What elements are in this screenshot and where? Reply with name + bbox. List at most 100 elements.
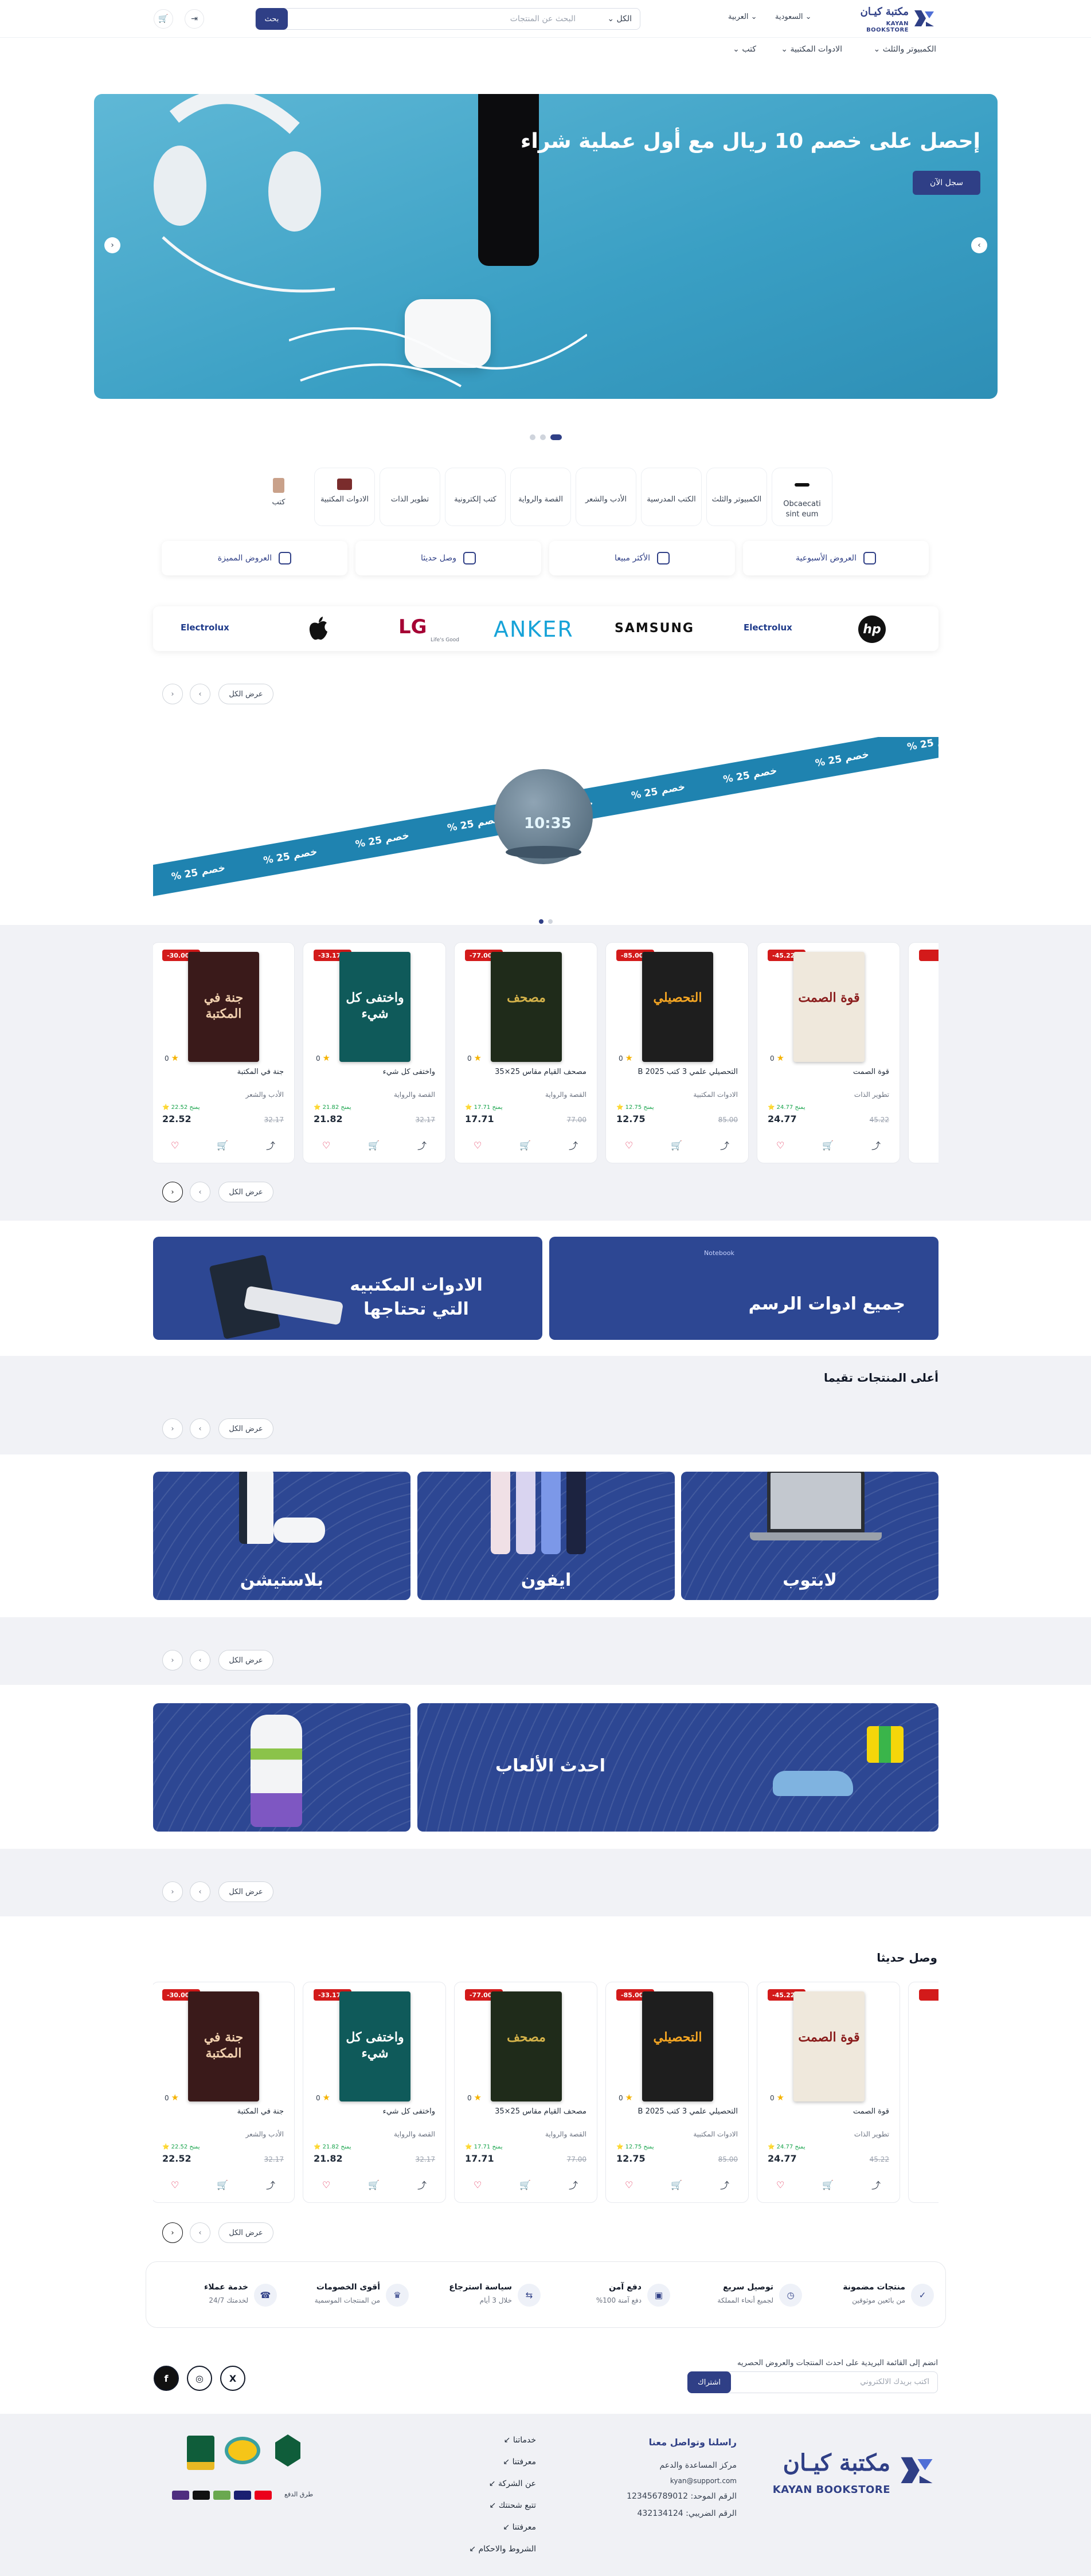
apple-logo-icon[interactable] xyxy=(308,617,329,641)
chevron-right-icon[interactable]: › xyxy=(971,237,987,253)
toys-banner[interactable] xyxy=(153,1703,410,1832)
subscribe-button[interactable]: اشتراك xyxy=(687,2371,731,2393)
product-category[interactable]: القصة والرواية xyxy=(545,1091,586,1099)
nav-item-books[interactable]: كتب ⌄ xyxy=(733,45,756,54)
footer-support-center[interactable]: مركز المساعدة والدعم xyxy=(660,2461,737,2470)
product-category[interactable]: القصة والرواية xyxy=(394,1091,435,1099)
add-to-cart-icon[interactable]: 🛒 xyxy=(217,2179,228,2190)
product-category[interactable]: القصة والرواية xyxy=(545,2130,586,2138)
product-card[interactable]: 45.22%- قوة الصمت ★ 0 قوة الصمت تطوير ال… xyxy=(757,942,900,1163)
category-card[interactable]: القصة والرواية xyxy=(510,468,571,526)
product-card[interactable]: 85.00%- التحصيلي ★ 0 التحصيلي علمي 3 كتب… xyxy=(605,942,749,1163)
view-all-button[interactable]: عرض الكل xyxy=(218,684,273,704)
wishlist-heart-icon[interactable]: ♡ xyxy=(171,2179,179,2190)
language-select[interactable]: ⌄ العربية xyxy=(728,13,757,21)
product-card[interactable]: 30.00%- جنة في المكتبة ★ 0 جنة في المكتب… xyxy=(153,1982,295,2203)
category-card[interactable]: كتب إلكترونية xyxy=(445,468,506,526)
brand-hp-logo[interactable]: hp xyxy=(858,615,886,643)
category-card[interactable]: الكتب المدرسية xyxy=(641,468,702,526)
share-icon[interactable]: ⤴ xyxy=(266,2178,275,2191)
product-name[interactable]: قوة الصمت xyxy=(769,2107,889,2116)
carousel-dot-active[interactable] xyxy=(550,434,562,440)
carousel-dot[interactable] xyxy=(540,434,546,440)
chevron-left-icon[interactable]: ‹ xyxy=(162,1881,183,1902)
footer-email[interactable]: kyan@support.com xyxy=(670,2477,737,2485)
product-category[interactable]: الأدب والشعر xyxy=(245,1091,284,1099)
wishlist-heart-icon[interactable]: ♡ xyxy=(625,2179,633,2190)
promo-ribbon-area[interactable]: خصم 25 % خصم 25 % خصم 25 % خصم 25 % خصم 25 %… xyxy=(153,737,939,897)
product-category[interactable]: الأدب والشعر xyxy=(245,2130,284,2138)
brand-lg-logo[interactable]: LG xyxy=(398,615,427,638)
footer-link[interactable]: خدماتنا ↙ xyxy=(504,2436,536,2445)
footer-link[interactable]: معرفتنا ↙ xyxy=(503,2457,536,2467)
tab-weekly-offers[interactable]: العروض الأسبوعية xyxy=(743,541,929,575)
wishlist-heart-icon[interactable]: ♡ xyxy=(776,1140,784,1151)
tab-featured-offers[interactable]: العروض المميزة xyxy=(162,541,347,575)
share-icon[interactable]: ⤴ xyxy=(871,1138,881,1152)
product-name[interactable]: التحصيلي علمي 3 كتب 2025 B xyxy=(617,1068,738,1076)
share-icon[interactable]: ⤴ xyxy=(417,1138,427,1152)
share-icon[interactable]: ⤴ xyxy=(871,2178,881,2191)
category-card[interactable]: تطوير الذات xyxy=(380,468,440,526)
laptop-banner[interactable]: لابتوب xyxy=(681,1472,939,1600)
chevron-right-icon[interactable]: › xyxy=(190,1881,210,1902)
facebook-icon[interactable]: f xyxy=(154,2366,179,2391)
chevron-left-icon[interactable]: ‹ xyxy=(162,1182,183,1202)
chevron-right-icon[interactable]: › xyxy=(190,1182,210,1202)
playstation-banner[interactable]: بلاستيشن xyxy=(153,1472,410,1600)
wishlist-heart-icon[interactable]: ♡ xyxy=(625,1140,633,1151)
product-category[interactable]: القصة والرواية xyxy=(394,2130,435,2138)
x-twitter-icon[interactable]: X xyxy=(220,2366,245,2391)
share-icon[interactable]: ⤴ xyxy=(720,1138,729,1152)
product-category[interactable]: تطوير الذات xyxy=(854,2130,889,2138)
view-all-button[interactable]: عرض الكل xyxy=(218,2222,273,2243)
search-scope-select[interactable]: الكل ⌄ xyxy=(607,14,632,23)
product-card[interactable]: 85.00%- التحصيلي ★ 0 التحصيلي علمي 3 كتب… xyxy=(605,1982,749,2203)
product-name[interactable]: مصحف القيام مقاس 25×35 xyxy=(466,2107,586,2116)
share-icon[interactable]: ⤴ xyxy=(569,1138,578,1152)
category-card[interactable]: كتب xyxy=(257,468,300,526)
product-name[interactable]: التحصيلي علمي 3 كتب 2025 B xyxy=(617,2107,738,2116)
category-card[interactable]: Obcaecati sint eum xyxy=(772,468,832,526)
wishlist-heart-icon[interactable]: ♡ xyxy=(322,2179,330,2190)
country-select[interactable]: ⌄ السعودية xyxy=(775,13,812,21)
product-name[interactable]: جنة في المكتبة xyxy=(163,2107,284,2116)
category-card[interactable]: الكمبيوتر والثلث xyxy=(706,468,767,526)
share-icon[interactable]: ⤴ xyxy=(417,2178,427,2191)
add-to-cart-icon[interactable]: 🛒 xyxy=(368,2179,380,2190)
chevron-right-icon[interactable]: › xyxy=(190,1650,210,1671)
share-icon[interactable]: ⤴ xyxy=(266,1138,275,1152)
brand-electrolux-logo[interactable]: Electrolux xyxy=(744,622,792,633)
product-name[interactable]: واختفى كل شيء xyxy=(315,1068,435,1076)
add-to-cart-icon[interactable]: 🛒 xyxy=(519,1140,531,1151)
view-all-button[interactable]: عرض الكل xyxy=(218,1650,273,1671)
chevron-right-icon[interactable]: › xyxy=(190,684,210,704)
product-card[interactable]: 33.17%- واختفى كل شيء ★ 0 واختفى كل شيء … xyxy=(303,942,446,1163)
instagram-icon[interactable]: ◎ xyxy=(187,2366,212,2391)
add-to-cart-icon[interactable]: 🛒 xyxy=(822,1140,834,1151)
footer-link[interactable]: عن الشركة ↙ xyxy=(489,2479,536,2488)
wishlist-heart-icon[interactable]: ♡ xyxy=(474,2179,482,2190)
chevron-left-icon[interactable]: ‹ xyxy=(162,2222,183,2243)
category-card[interactable]: الأدب والشعر xyxy=(576,468,636,526)
product-card[interactable]: 45.22%- قوة الصمت ★ 0 قوة الصمت تطوير ال… xyxy=(757,1982,900,2203)
footer-link[interactable]: تتبع شحنتك ↙ xyxy=(490,2501,536,2510)
office-tools-banner[interactable]: الادوات المكتبيه التي تحتاجها xyxy=(153,1237,542,1340)
add-to-cart-icon[interactable]: 🛒 xyxy=(368,1140,380,1151)
wishlist-heart-icon[interactable]: ♡ xyxy=(171,1140,179,1151)
product-category[interactable]: الادوات المكتبية xyxy=(693,1091,738,1099)
add-to-cart-icon[interactable]: 🛒 xyxy=(519,2179,531,2190)
chevron-left-icon[interactable]: ‹ xyxy=(104,237,120,253)
product-category[interactable]: الادوات المكتبية xyxy=(693,2130,738,2138)
product-category[interactable]: تطوير الذات xyxy=(854,1091,889,1099)
footer-link[interactable]: الشروط والاحكام ↙ xyxy=(469,2544,536,2554)
drawing-tools-banner[interactable]: Notebook جميع ادوات الرسم xyxy=(549,1237,939,1340)
newsletter-email-input[interactable]: اكتب بريدك الالكتروني xyxy=(860,2378,929,2386)
share-icon[interactable]: ⤴ xyxy=(569,2178,578,2191)
add-to-cart-icon[interactable]: 🛒 xyxy=(671,1140,682,1151)
wishlist-heart-icon[interactable]: ♡ xyxy=(776,2179,784,2190)
view-all-button[interactable]: عرض الكل xyxy=(218,1418,273,1439)
product-card-partial[interactable] xyxy=(908,1982,939,2203)
carousel-dot[interactable] xyxy=(548,919,553,924)
chevron-left-icon[interactable]: ‹ xyxy=(162,1418,183,1439)
